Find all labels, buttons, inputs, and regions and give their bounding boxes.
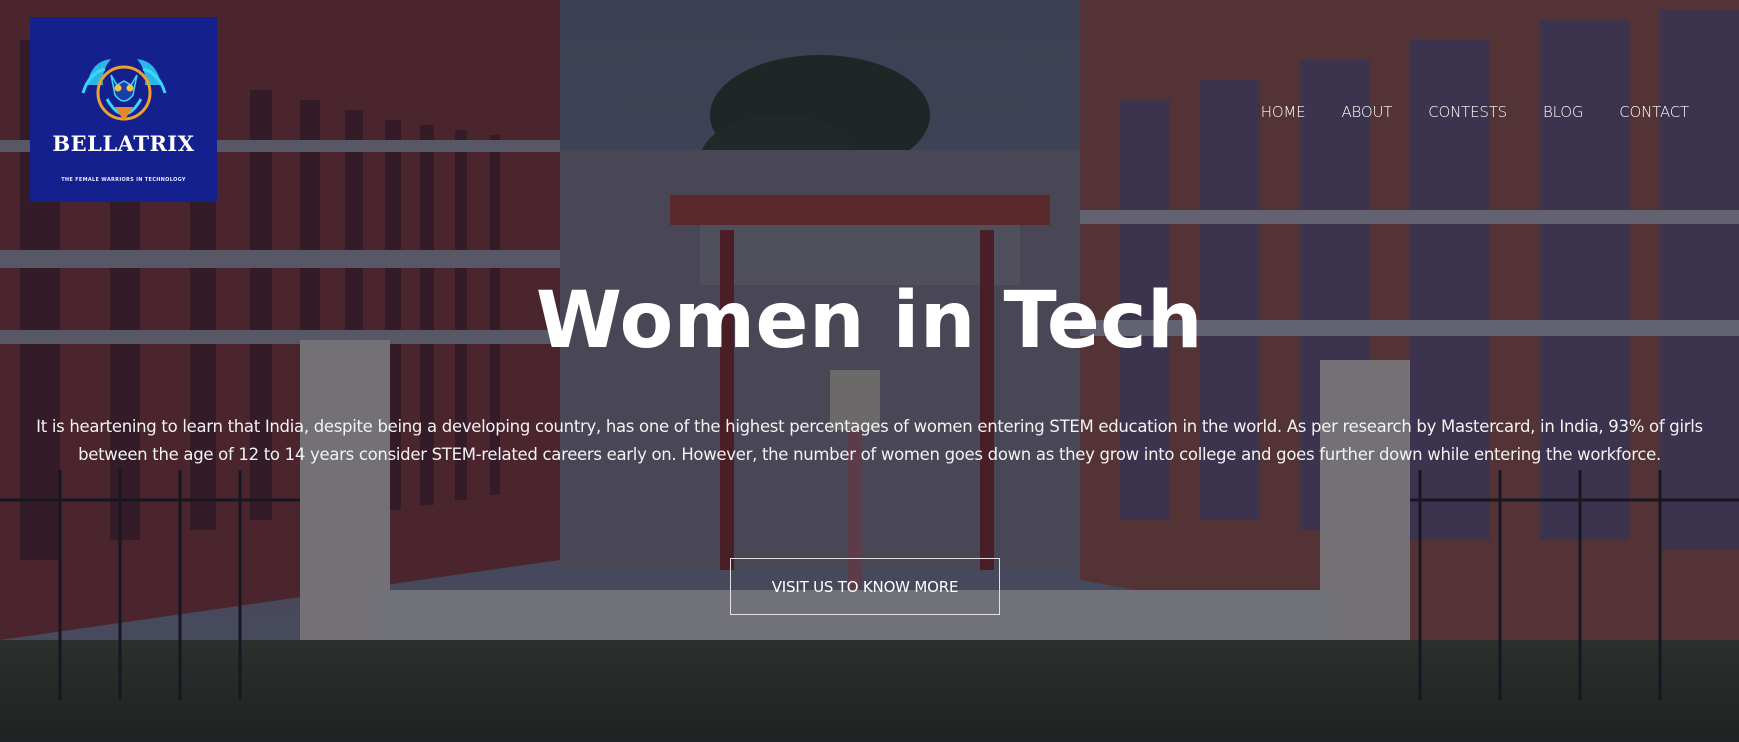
logo-tagline: THE FEMALE WARRIORS IN TECHNOLOGY [61, 177, 186, 183]
site-logo[interactable]: BELLATRIX THE FEMALE WARRIORS IN TECHNOL… [30, 17, 217, 202]
owl-emblem-icon [81, 59, 166, 121]
hero-title: Women in Tech [535, 276, 1204, 366]
nav-blog[interactable]: BLOG [1543, 103, 1583, 121]
hero-description: It is heartening to learn that India, de… [36, 417, 1703, 464]
hero-section: BELLATRIX THE FEMALE WARRIORS IN TECHNOL… [0, 0, 1739, 742]
nav-contests[interactable]: CONTESTS [1428, 103, 1507, 121]
logo-title: BELLATRIX [52, 131, 195, 156]
nav-about[interactable]: ABOUT [1341, 103, 1392, 121]
visit-us-button[interactable]: VISIT US TO KNOW MORE [730, 558, 1000, 615]
main-nav: HOME ABOUT CONTESTS BLOG CONTACT [1225, 103, 1689, 121]
nav-home[interactable]: HOME [1261, 103, 1306, 121]
nav-contact[interactable]: CONTACT [1619, 103, 1689, 121]
